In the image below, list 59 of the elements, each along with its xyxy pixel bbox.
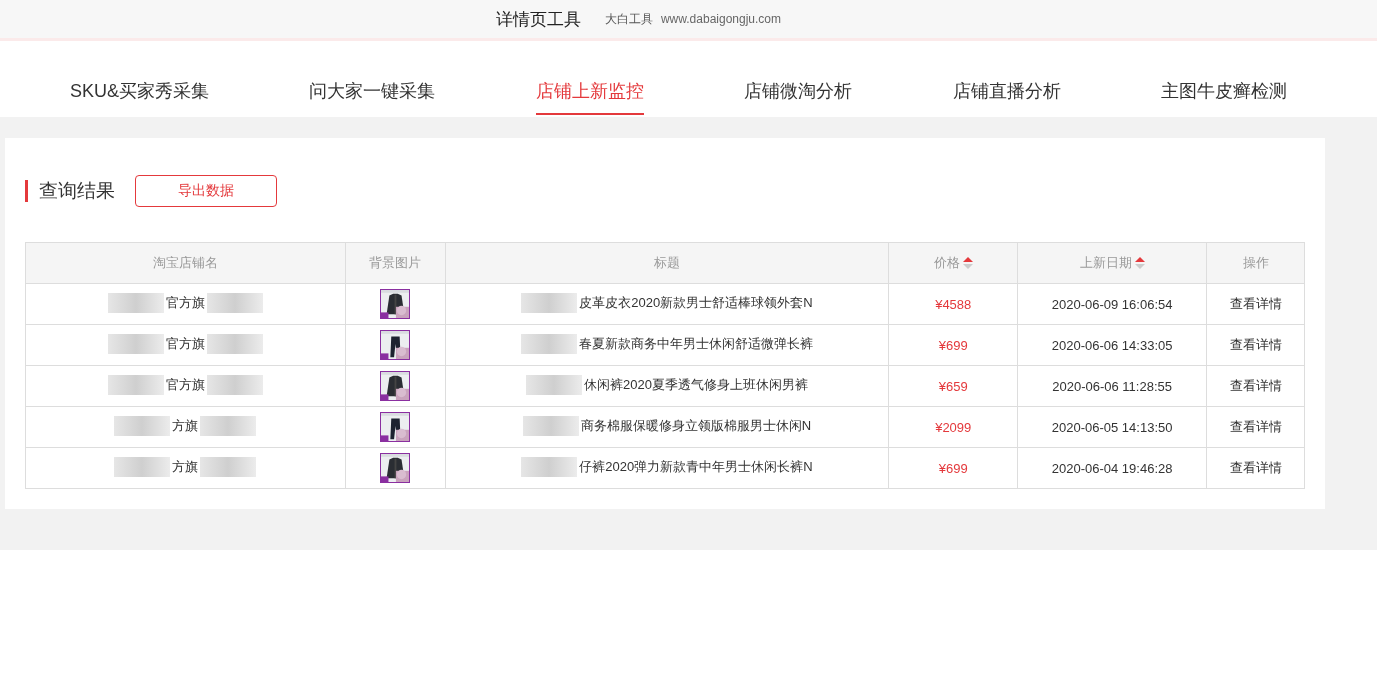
product-title: 商务棉服保暖修身立领版棉服男士休闲N (580, 416, 812, 435)
view-details-link[interactable]: 查看详情 (1229, 419, 1282, 434)
blurred-text (114, 456, 171, 477)
price: ¥699 (938, 460, 968, 476)
price: ¥2099 (935, 419, 972, 435)
export-button[interactable]: 导出数据 (135, 175, 277, 207)
column-header: 标题 (653, 254, 680, 272)
section-heading: 查询结果 (25, 180, 115, 202)
blurred-text (522, 415, 579, 436)
blurred-text (520, 333, 577, 354)
tab[interactable]: 店铺上新监控 (535, 79, 644, 115)
tab[interactable]: 主图牛皮癣检测 (1161, 79, 1287, 115)
sort-icon[interactable] (1134, 257, 1145, 269)
column-header: 背景图片 (369, 254, 422, 272)
blurred-text (114, 415, 171, 436)
date-time: 2020-06-05 14:13:50 (1051, 419, 1173, 435)
blurred-text (521, 292, 578, 313)
site-url: www.dabaigongju.com (660, 12, 782, 26)
shop-name: 官方旗 (165, 293, 205, 312)
tab[interactable]: 店铺微淘分析 (744, 79, 853, 115)
shop-name: 方旗 (172, 416, 199, 435)
brand-name: 大白工具 (604, 10, 653, 28)
date-time: 2020-06-04 19:46:28 (1051, 460, 1173, 476)
view-details-link[interactable]: 查看详情 (1229, 337, 1282, 352)
date-time: 2020-06-09 16:06:54 (1051, 296, 1173, 312)
column-header: 价格 (933, 254, 960, 272)
sort-icon[interactable] (962, 257, 973, 269)
date-time: 2020-06-06 11:28:55 (1052, 378, 1172, 394)
product-title: 春夏新款商务中年男士休闲舒适微弹长裤 (578, 334, 813, 353)
date-time: 2020-06-06 14:33:05 (1051, 337, 1173, 353)
price: ¥699 (938, 337, 968, 353)
blurred-text (526, 374, 582, 395)
blurred-text (206, 292, 263, 313)
blurred-text (200, 415, 257, 436)
tab[interactable]: 店铺直播分析 (952, 79, 1061, 115)
product-title: 休闲裤2020夏季透气修身上班休闲男裤 (584, 375, 808, 394)
view-details-link[interactable]: 查看详情 (1229, 460, 1282, 475)
shop-name: 官方旗 (165, 334, 205, 353)
blurred-text (107, 374, 164, 395)
price: ¥659 (938, 378, 968, 394)
price: ¥4588 (935, 296, 972, 312)
view-details-link[interactable]: 查看详情 (1229, 378, 1282, 393)
product-title: 皮革皮衣2020新款男士舒适棒球领外套N (579, 293, 813, 312)
shop-name: 方旗 (172, 457, 199, 476)
tab[interactable]: 问大家一键采集 (309, 79, 436, 115)
tab[interactable]: SKU&买家秀采集 (70, 79, 210, 115)
view-details-link[interactable]: 查看详情 (1229, 296, 1282, 311)
column-header: 上新日期 (1079, 254, 1132, 272)
column-header: 操作 (1242, 254, 1269, 272)
blurred-text (206, 374, 263, 395)
blurred-text (107, 333, 164, 354)
blurred-text (206, 333, 263, 354)
app-title: 详情页工具 (495, 8, 581, 31)
column-header: 淘宝店铺名 (152, 254, 218, 272)
shop-name: 官方旗 (165, 375, 205, 394)
blurred-text (521, 456, 578, 477)
product-title: 仔裤2020弹力新款青中年男士休闲长裤N (579, 457, 813, 476)
blurred-text (200, 456, 257, 477)
blurred-text (107, 292, 164, 313)
